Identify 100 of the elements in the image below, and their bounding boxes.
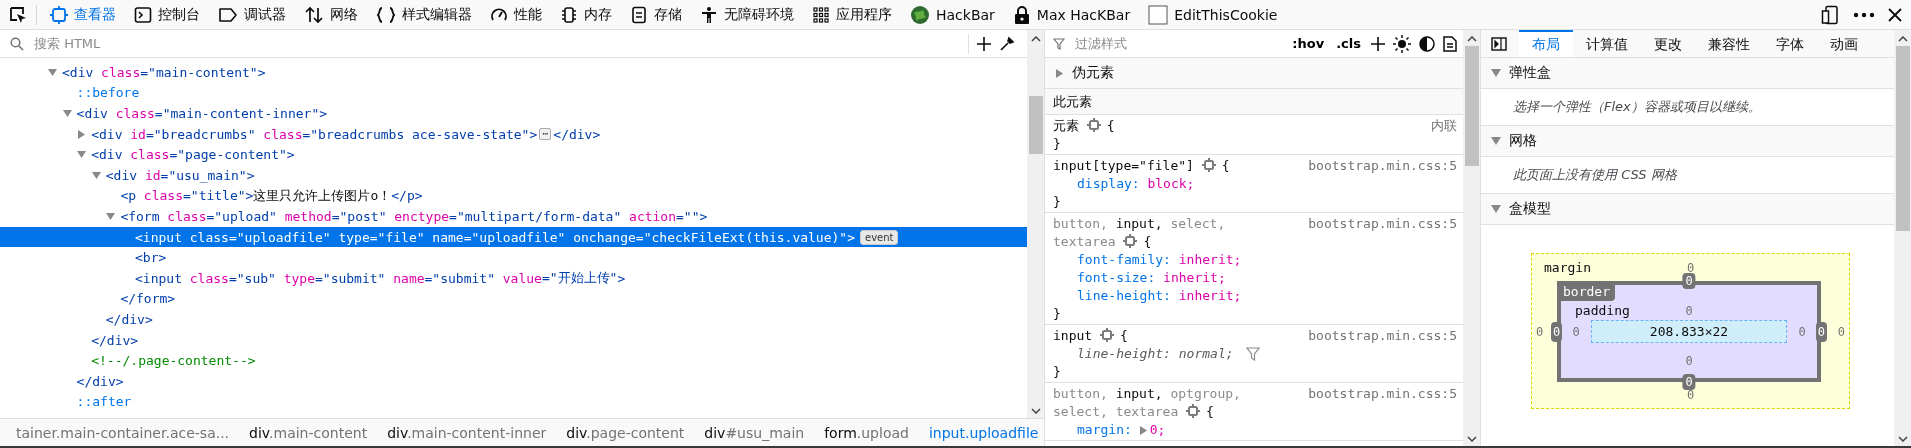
expand-arrow-icon[interactable] bbox=[1491, 136, 1501, 146]
pick-element-icon[interactable] bbox=[8, 4, 28, 25]
tree-row[interactable]: </div> bbox=[0, 309, 1027, 330]
box-value[interactable]: 0 bbox=[1561, 324, 1591, 339]
box-value[interactable]: 0 bbox=[1685, 353, 1693, 368]
devtools-tab[interactable]: 性能 bbox=[481, 0, 551, 29]
expand-arrow-icon[interactable] bbox=[91, 170, 101, 180]
source-link[interactable]: bootstrap.min.css:5 bbox=[1308, 157, 1457, 175]
dock-icon[interactable] bbox=[1821, 4, 1841, 25]
scrollbar[interactable] bbox=[1894, 30, 1911, 446]
panel-tab[interactable]: 兼容性 bbox=[1695, 30, 1763, 57]
devtools-tab[interactable]: 应用程序 bbox=[803, 0, 901, 29]
breadcrumb[interactable]: div.main-content bbox=[249, 424, 368, 441]
source-link[interactable]: bootstrap.min.css:5 bbox=[1308, 327, 1457, 345]
expand-arrow-icon[interactable] bbox=[1491, 68, 1501, 78]
declaration[interactable]: line-height: normal; bbox=[1077, 345, 1234, 363]
sun-icon[interactable] bbox=[1393, 34, 1411, 53]
devtools-tab[interactable]: 无障碍环境 bbox=[691, 0, 803, 29]
filter-icon[interactable] bbox=[1245, 347, 1260, 361]
box-value[interactable]: 0 bbox=[1686, 260, 1695, 275]
box-value[interactable]: 0 bbox=[1815, 321, 1827, 342]
box-value[interactable]: 0 bbox=[1682, 273, 1696, 289]
devtools-tab[interactable]: 调试器 bbox=[209, 0, 295, 29]
breadcrumb[interactable]: tainer.main-container.ace-sa... bbox=[16, 424, 230, 441]
target-icon[interactable] bbox=[1123, 234, 1138, 248]
target-icon[interactable] bbox=[1086, 118, 1101, 132]
box-value[interactable]: 0 bbox=[1686, 388, 1695, 402]
panel-tab[interactable]: 动画 bbox=[1817, 30, 1871, 57]
expand-arrow-icon[interactable] bbox=[48, 67, 57, 77]
chevron-up-icon[interactable] bbox=[1897, 36, 1908, 42]
expand-arrow-icon[interactable] bbox=[62, 109, 72, 118]
breadcrumb[interactable]: div#usu_main bbox=[704, 424, 805, 441]
devtools-tab[interactable]: 查看器 bbox=[41, 0, 125, 29]
chevron-down-icon[interactable] bbox=[1030, 408, 1041, 414]
event-badge[interactable]: event bbox=[860, 229, 899, 245]
tree-row[interactable]: <div class="main-content"> bbox=[0, 62, 1027, 83]
devtools-tab[interactable]: EditThisCookie bbox=[1139, 0, 1287, 29]
scrollbar-thumb[interactable] bbox=[1028, 96, 1043, 154]
source-link[interactable]: 内联 bbox=[1431, 117, 1457, 135]
plus-icon[interactable] bbox=[977, 36, 991, 51]
declaration[interactable]: margin: 0; bbox=[1077, 421, 1166, 439]
panel-tab[interactable]: 布局 bbox=[1519, 30, 1573, 57]
filter-field[interactable]: 过滤样式 bbox=[1073, 35, 1283, 52]
expand-arrow-icon[interactable] bbox=[1055, 68, 1064, 78]
chevron-up-icon[interactable] bbox=[1030, 36, 1041, 42]
tree-row[interactable]: <br> bbox=[0, 247, 1027, 268]
tree-row[interactable]: <div class="main-content-inner"> bbox=[0, 103, 1027, 124]
target-icon[interactable] bbox=[1201, 158, 1216, 172]
devtools-tab[interactable]: Max HacKBar bbox=[1003, 0, 1140, 29]
tree-row[interactable]: <input class="sub" type="submit" name="submit" value="开始上传"> bbox=[0, 267, 1027, 289]
devtools-tab[interactable]: 内存 bbox=[551, 0, 621, 29]
expand-arrow-icon[interactable] bbox=[1491, 204, 1501, 214]
tree-row[interactable]: ::after bbox=[0, 391, 1027, 413]
tree-row[interactable]: <input class="uploadfile" type="file" name="uploadfile" onchange="checkFileExt(this.value)"> event bbox=[0, 226, 1027, 248]
chevron-down-icon[interactable] bbox=[1897, 436, 1908, 442]
document-icon[interactable] bbox=[1443, 35, 1457, 52]
expand-arrow-icon[interactable] bbox=[106, 211, 116, 221]
declaration[interactable]: font-size: inherit; bbox=[1077, 269, 1226, 287]
devtools-tab[interactable]: 网络 bbox=[295, 0, 367, 29]
pseudo-toggle-button[interactable]: :hov bbox=[1290, 36, 1327, 51]
chevron-up-icon[interactable] bbox=[1466, 36, 1477, 42]
scrollbar-thumb[interactable] bbox=[1895, 46, 1910, 231]
devtools-tab[interactable]: 控制台 bbox=[125, 0, 209, 29]
tree-row[interactable]: <div id="usu_main"> bbox=[0, 164, 1027, 186]
box-value[interactable]: 0 bbox=[1551, 321, 1563, 342]
target-icon[interactable] bbox=[1186, 404, 1201, 418]
tree-row[interactable]: <form class="upload" method="post" enctype="multipart/form-data" action=""> bbox=[0, 206, 1027, 227]
declaration[interactable]: display: block; bbox=[1077, 175, 1195, 193]
breadcrumb[interactable]: div.page-content bbox=[566, 424, 685, 441]
scrollbar[interactable] bbox=[1027, 30, 1044, 418]
breadcrumb[interactable]: form.upload bbox=[824, 424, 909, 441]
target-icon[interactable] bbox=[1099, 328, 1114, 342]
box-value[interactable]: 0 bbox=[1685, 304, 1693, 318]
tree-row[interactable]: <div id="breadcrumbs" class="breadcrumbs ace-save-state"> ⋯ </div> bbox=[0, 123, 1027, 145]
search-field[interactable]: 搜索 HTML bbox=[32, 35, 960, 52]
declaration[interactable]: line-height: inherit; bbox=[1077, 287, 1242, 305]
tree-row[interactable]: </form> bbox=[0, 288, 1027, 310]
devtools-tab[interactable]: HackBar bbox=[901, 0, 1004, 29]
tree-row[interactable]: <div class="page-content"> bbox=[0, 144, 1027, 165]
more-icon[interactable] bbox=[1853, 10, 1875, 19]
eyedropper-icon[interactable] bbox=[999, 35, 1015, 52]
box-value[interactable]: 0 bbox=[1787, 324, 1817, 339]
source-link[interactable]: bootstrap.min.css:5 bbox=[1308, 385, 1457, 421]
box-value[interactable]: 0 bbox=[1532, 324, 1544, 339]
breadcrumb[interactable]: div.main-content-inner bbox=[387, 424, 547, 441]
tree-row[interactable]: <!--/.page-content--> bbox=[0, 350, 1027, 371]
scrollbar[interactable] bbox=[1463, 30, 1480, 446]
expand-arrow-icon[interactable] bbox=[77, 150, 87, 160]
plus-icon[interactable] bbox=[1371, 36, 1385, 51]
devtools-tab[interactable]: 存储 bbox=[621, 0, 691, 29]
collapsed-content-badge[interactable]: ⋯ bbox=[539, 128, 552, 141]
close-icon[interactable] bbox=[1887, 6, 1903, 23]
scrollbar-thumb[interactable] bbox=[1464, 46, 1479, 166]
panel-tab[interactable]: 字体 bbox=[1763, 30, 1817, 57]
tree-row[interactable]: <p class="title">这里只允许上传图片o！</p> bbox=[0, 185, 1027, 207]
declaration[interactable]: font-family: inherit; bbox=[1077, 251, 1242, 269]
tree-row[interactable]: </div> bbox=[0, 370, 1027, 392]
chevron-down-icon[interactable] bbox=[1466, 436, 1477, 442]
box-value[interactable]: 0 bbox=[1682, 374, 1696, 390]
sidebar-toggle-icon[interactable] bbox=[1491, 36, 1507, 51]
